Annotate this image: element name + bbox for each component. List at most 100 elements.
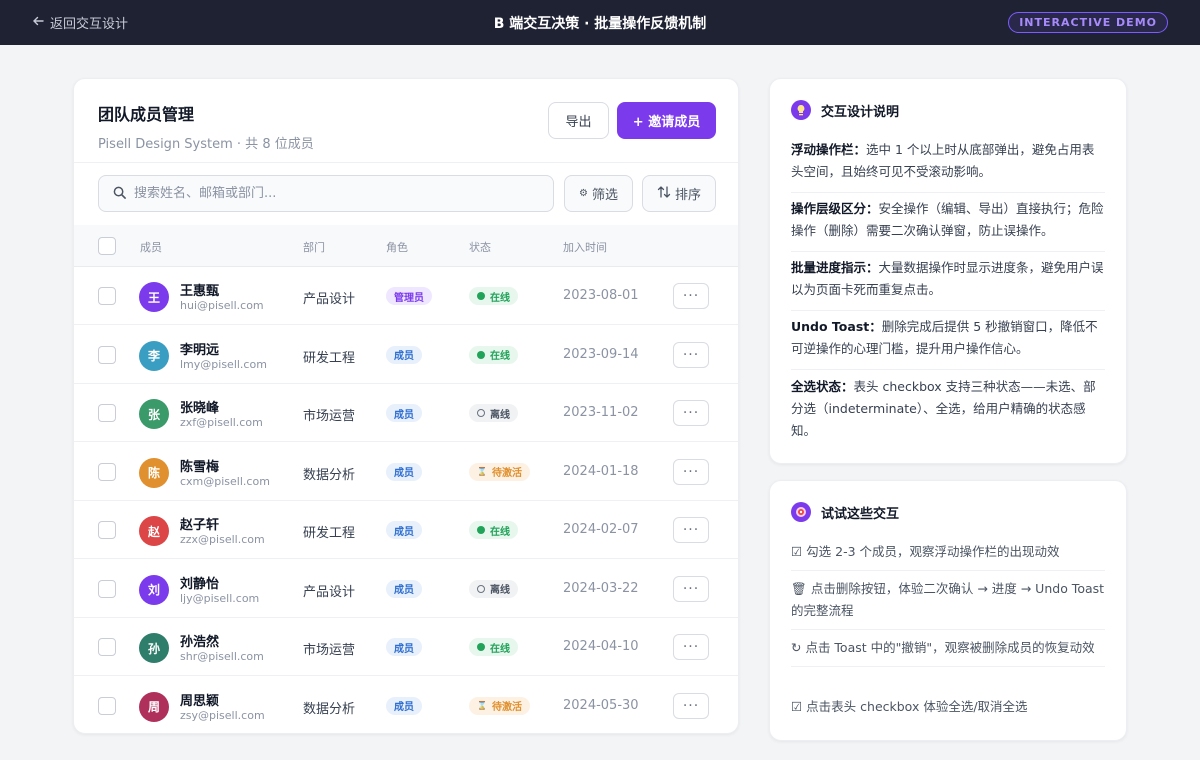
hourglass-icon: ⌛ [477, 701, 487, 710]
more-actions-button[interactable]: ··· [673, 575, 709, 602]
header-member: 成员 [140, 241, 162, 254]
row-checkbox[interactable] [98, 696, 116, 715]
filter-button[interactable]: ⚙ 筛选 [564, 175, 633, 212]
row-checkbox[interactable] [98, 404, 116, 422]
try-item: ☑ 勾选 2-3 个成员，观察浮动操作栏的出现动效 [791, 541, 1105, 571]
member-email: ljy@pisell.com [180, 591, 260, 605]
online-dot-icon [477, 643, 485, 651]
member-dept: 市场运营 [303, 643, 356, 658]
ellipsis-icon: ··· [682, 639, 700, 655]
table-row[interactable]: 张张晓峰 zxf@pisell.com 市场运营 成员 离线 2023-11-02 ··· [74, 384, 738, 442]
header-status: 状态 [469, 241, 491, 254]
status-badge: 离线 [469, 404, 518, 422]
row-checkbox[interactable] [98, 345, 116, 364]
table-row[interactable]: 陈陈雪梅 cxm@pisell.com 数据分析 成员 ⌛ 待激活 2024-01-18 ··… [74, 443, 738, 501]
member-name: 刘静怡 [180, 576, 220, 592]
invite-member-button[interactable]: + 邀请成员 [617, 102, 716, 139]
row-checkbox[interactable] [98, 287, 116, 305]
online-dot-icon [477, 526, 485, 534]
avatar: 刘 [139, 574, 169, 605]
role-badge: 成员 [386, 345, 422, 364]
try-item: ☑ 点击表头 checkbox 体验全选/取消全选 [791, 699, 1028, 714]
more-actions-button[interactable]: ··· [673, 341, 709, 368]
ellipsis-icon: ··· [682, 697, 700, 714]
table-row[interactable]: 周周思颖 zsy@pisell.com 数据分析 成员 ⌛ 待激活 2024-05-30 ··… [74, 677, 738, 734]
design-notes-title: 交互设计说明 [821, 104, 900, 120]
more-actions-button[interactable]: ··· [673, 458, 709, 485]
ellipsis-icon: ··· [682, 346, 700, 363]
row-checkbox[interactable] [98, 638, 116, 656]
more-actions-button[interactable]: ··· [673, 517, 709, 543]
search-box[interactable] [98, 175, 554, 212]
sort-label: 排序 [674, 188, 701, 203]
ellipsis-icon: ··· [682, 522, 700, 538]
table-header: 成员 部门 角色 状态 加入时间 [74, 225, 738, 267]
note-undo-toast: Undo Toast：删除完成后提供 5 秒撤销窗口，降低不可逆操作的心理门槛，… [791, 316, 1105, 370]
status-badge: ⌛ 待激活 [469, 462, 530, 481]
member-name: 陈雪梅 [180, 459, 220, 475]
back-link[interactable]: 返回交互设计 [32, 13, 128, 32]
gear-icon: ⚙ [579, 188, 588, 199]
search-input[interactable] [134, 186, 534, 201]
export-button[interactable]: 导出 [548, 102, 609, 139]
table-row[interactable]: 孙孙浩然 shr@pisell.com 市场运营 成员 在线 2024-04-10 ··· [74, 618, 738, 676]
role-badge: 成员 [386, 462, 422, 481]
join-date: 2023-11-02 [563, 405, 639, 420]
more-actions-button[interactable]: ··· [673, 283, 709, 309]
member-dept: 研发工程 [303, 350, 356, 366]
online-dot-icon [477, 350, 485, 359]
status-badge: ⌛ 待激活 [469, 696, 530, 715]
hourglass-icon: ⌛ [477, 467, 487, 476]
more-actions-button[interactable]: ··· [673, 692, 709, 719]
status-badge: 在线 [469, 638, 518, 656]
member-dept: 数据分析 [303, 467, 356, 483]
table-row[interactable]: 赵赵子轩 zzx@pisell.com 研发工程 成员 在线 2024-02-07 ··· [74, 501, 738, 559]
member-email: lmy@pisell.com [180, 357, 267, 371]
more-actions-button[interactable]: ··· [673, 400, 709, 426]
row-checkbox[interactable] [98, 579, 116, 598]
design-notes-card: 交互设计说明 浮动操作栏：选中 1 个以上时从底部弹出，避免占用表头空间，且始终… [769, 78, 1127, 464]
member-email: zsy@pisell.com [180, 708, 265, 722]
member-name: 王惠甄 [180, 284, 220, 299]
card-subtitle: Pisell Design System · 共 8 位成员 [98, 137, 314, 152]
header-joined: 加入时间 [563, 241, 607, 254]
avatar: 陈 [139, 457, 169, 488]
sort-arrows-icon [657, 185, 671, 203]
status-badge: 离线 [469, 579, 518, 598]
member-dept: 产品设计 [303, 292, 356, 307]
status-label: 在线 [490, 643, 510, 655]
note-progress: 批量进度指示：大量数据操作时显示进度条，避免用户误以为页面卡死而重复点击。 [791, 257, 1105, 311]
header-dept: 部门 [303, 241, 325, 254]
arrow-left-icon [32, 15, 44, 31]
try-header: 试试这些交互 [791, 502, 899, 522]
header-role: 角色 [386, 241, 408, 254]
member-email: cxm@pisell.com [180, 474, 270, 488]
avatar: 王 [139, 282, 169, 312]
status-label: 待激活 [491, 702, 522, 713]
member-dept: 市场运营 [303, 409, 356, 424]
row-checkbox[interactable] [98, 521, 116, 539]
status-label: 在线 [490, 526, 510, 538]
member-email: hui@pisell.com [180, 299, 264, 312]
more-actions-button[interactable]: ··· [673, 634, 709, 660]
sort-button[interactable]: 排序 [642, 175, 716, 212]
join-date: 2024-01-18 [563, 463, 639, 479]
avatar: 孙 [139, 633, 169, 663]
member-email: zzx@pisell.com [180, 533, 265, 546]
avatar: 周 [139, 691, 169, 722]
status-label: 离线 [490, 585, 510, 596]
table-row[interactable]: 刘刘静怡 ljy@pisell.com 产品设计 成员 离线 2024-03-22 ··· [74, 560, 738, 618]
table-row[interactable]: 李李明远 lmy@pisell.com 研发工程 成员 在线 2023-09-14 ··· [74, 326, 738, 384]
join-date: 2024-05-30 [563, 697, 639, 713]
filter-label: 筛选 [591, 188, 618, 203]
row-checkbox[interactable] [98, 462, 116, 481]
table-row[interactable]: 王王惠甄 hui@pisell.com 产品设计 管理员 在线 2023-08-01 ··· [74, 267, 738, 325]
member-name: 李明远 [180, 342, 220, 358]
try-interactions-card: 试试这些交互 ☑ 勾选 2-3 个成员，观察浮动操作栏的出现动效 🗑 点击删除按… [769, 480, 1127, 741]
status-badge: 在线 [469, 521, 518, 539]
try-item: ↻ 点击 Toast 中的"撤销"，观察被删除成员的恢复动效 [791, 637, 1105, 667]
member-name: 孙浩然 [180, 635, 220, 650]
ellipsis-icon: ··· [682, 288, 700, 304]
select-all-checkbox[interactable] [98, 237, 116, 255]
status-badge: 在线 [469, 345, 518, 364]
